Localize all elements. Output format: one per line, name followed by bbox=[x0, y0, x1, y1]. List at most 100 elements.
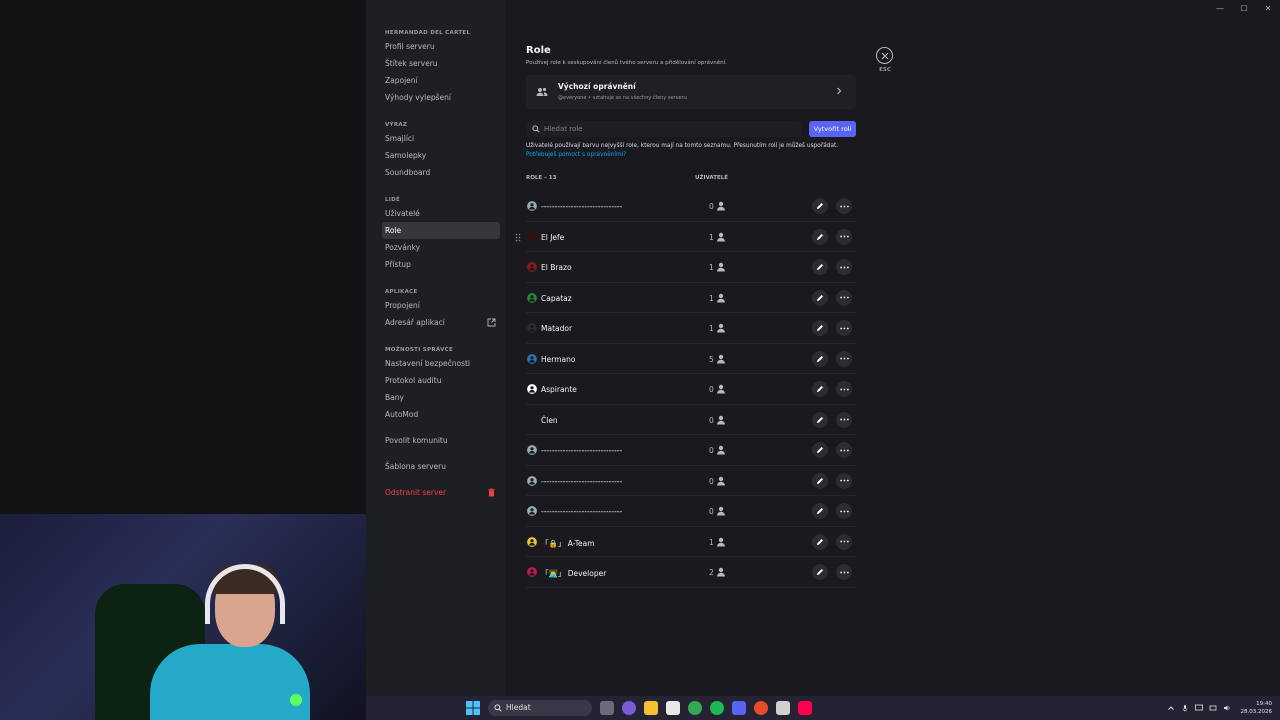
sidebar-item-soundboard[interactable]: Soundboard bbox=[382, 164, 500, 181]
sidebar-item-pozvanky[interactable]: Pozvánky bbox=[382, 239, 500, 256]
more-options-button[interactable] bbox=[836, 533, 852, 550]
more-options-button[interactable] bbox=[836, 320, 852, 336]
network-icon[interactable] bbox=[1209, 704, 1217, 712]
create-role-button[interactable]: Vytvořit roli bbox=[809, 121, 856, 137]
chrome-icon[interactable] bbox=[688, 701, 702, 715]
spotify-icon[interactable] bbox=[710, 701, 724, 715]
sidebar-item-odstranit-server[interactable]: Odstranit server bbox=[382, 484, 500, 501]
role-row[interactable]: 「🔒」 A-Team 1 bbox=[526, 527, 856, 557]
sidebar-item-profil-serveru[interactable]: Profil serveru bbox=[382, 38, 500, 55]
task-view-icon[interactable] bbox=[600, 701, 614, 715]
chevron-up-icon[interactable] bbox=[1167, 704, 1175, 712]
more-options-button[interactable] bbox=[836, 442, 852, 458]
drag-handle-icon[interactable] bbox=[515, 233, 521, 242]
more-options-button[interactable] bbox=[836, 259, 852, 275]
edit-role-button[interactable] bbox=[812, 411, 828, 428]
browser-icon[interactable] bbox=[754, 701, 768, 715]
sidebar-item-uzivatele[interactable]: Uživatelé bbox=[382, 205, 500, 222]
role-row[interactable]: El Jefe 1 bbox=[515, 222, 856, 252]
more-options-button[interactable] bbox=[836, 564, 852, 580]
edit-role-button[interactable] bbox=[812, 381, 828, 397]
more-options-button[interactable] bbox=[836, 472, 852, 489]
role-row[interactable]: Capataz 1 bbox=[526, 283, 856, 313]
edit-role-button[interactable] bbox=[812, 228, 828, 245]
edit-role-button[interactable] bbox=[812, 442, 828, 458]
copilot-icon[interactable] bbox=[622, 701, 636, 715]
sidebar-item-label: Protokol auditu bbox=[385, 376, 442, 385]
role-name: Člen bbox=[541, 415, 558, 425]
more-options-button[interactable] bbox=[836, 289, 852, 306]
edit-role-button[interactable] bbox=[812, 289, 828, 306]
edit-role-button[interactable] bbox=[812, 198, 828, 214]
more-options-button[interactable] bbox=[836, 198, 852, 214]
volume-icon[interactable] bbox=[1223, 704, 1231, 712]
file-explorer-icon[interactable] bbox=[644, 701, 658, 715]
role-row[interactable]: Hermano 5 bbox=[526, 344, 856, 374]
more-options-button[interactable] bbox=[836, 228, 852, 245]
sidebar-item-propojeni[interactable]: Propojení bbox=[382, 297, 500, 314]
minimize-icon[interactable]: — bbox=[1208, 0, 1232, 16]
sidebar-item-sablona-serveru[interactable]: Šablona serveru bbox=[382, 458, 500, 475]
edit-role-button[interactable] bbox=[812, 533, 828, 550]
role-member-count: 2 bbox=[709, 568, 714, 577]
role-row[interactable]: ------------------------------ 0 bbox=[526, 191, 856, 222]
sidebar-item-protokol-auditu[interactable]: Protokol auditu bbox=[382, 372, 500, 389]
more-options-button[interactable] bbox=[836, 350, 852, 367]
role-row[interactable]: ------------------------------ 0 bbox=[526, 496, 856, 527]
sidebar-item-bany[interactable]: Bany bbox=[382, 389, 500, 406]
tiktok-icon[interactable] bbox=[798, 701, 812, 715]
search-roles-input[interactable] bbox=[544, 121, 794, 137]
close-icon[interactable] bbox=[876, 47, 893, 64]
role-row[interactable]: Aspirante 0 bbox=[526, 374, 856, 405]
user-icon bbox=[717, 537, 725, 546]
role-row[interactable]: ------------------------------ 0 bbox=[526, 466, 856, 496]
sidebar-item-zapojeni[interactable]: Zapojení bbox=[382, 72, 500, 89]
role-row[interactable]: Matador 1 bbox=[526, 313, 856, 344]
close-window-icon[interactable]: ✕ bbox=[1256, 0, 1280, 16]
edit-role-button[interactable] bbox=[812, 472, 828, 489]
edit-role-button[interactable] bbox=[812, 564, 828, 580]
sidebar-divider bbox=[382, 449, 500, 458]
more-options-button[interactable] bbox=[836, 503, 852, 519]
maximize-icon[interactable]: ☐ bbox=[1232, 0, 1256, 16]
edit-role-button[interactable] bbox=[812, 320, 828, 336]
role-row[interactable]: Člen 0 bbox=[526, 405, 856, 435]
clock[interactable]: 19:40 28.03.2026 bbox=[1241, 700, 1273, 716]
monitor-icon[interactable] bbox=[1194, 704, 1203, 712]
role-shield-icon bbox=[527, 262, 537, 272]
windows-start-icon[interactable] bbox=[466, 701, 480, 715]
esc-close[interactable]: ESC bbox=[876, 47, 894, 73]
default-permissions-card[interactable]: Výchozí oprávnění @everyone • vztahuje s… bbox=[526, 75, 856, 109]
role-name: ------------------------------ bbox=[541, 202, 623, 211]
sidebar-item-smajlici[interactable]: Smajlíci bbox=[382, 130, 500, 147]
sidebar-item-adresar-aplikaci[interactable]: Adresář aplikací bbox=[382, 314, 500, 331]
discord-icon[interactable] bbox=[732, 701, 746, 715]
pencil-icon bbox=[817, 294, 823, 301]
more-dots-icon bbox=[839, 296, 849, 299]
permissions-help-link[interactable]: Potřebuješ pomoct s oprávněními? bbox=[526, 152, 626, 158]
edit-role-button[interactable] bbox=[812, 259, 828, 275]
sidebar-list: HERMANDAD DEL CARTEL Profil serveru Štítek… bbox=[382, 28, 500, 501]
sidebar-item-vyhody-vylepseni[interactable]: Výhody vylepšení bbox=[382, 89, 500, 106]
role-row[interactable]: ------------------------------ 0 bbox=[526, 435, 856, 466]
microphone-icon[interactable] bbox=[1181, 704, 1189, 712]
role-row[interactable]: El Brazo 1 bbox=[526, 252, 856, 283]
notepad-icon[interactable] bbox=[776, 701, 790, 715]
sidebar-item-stitek-serveru[interactable]: Štítek serveru bbox=[382, 55, 500, 72]
sidebar-item-nastaveni-bezpecnosti[interactable]: Nastavení bezpečnosti bbox=[382, 355, 500, 372]
sidebar-item-povolit-komunitu[interactable]: Povolit komunitu bbox=[382, 432, 500, 449]
user-icon bbox=[717, 262, 725, 272]
sidebar-item-pristup[interactable]: Přístup bbox=[382, 256, 500, 273]
edit-role-button[interactable] bbox=[812, 350, 828, 367]
edit-role-button[interactable] bbox=[812, 503, 828, 519]
sidebar-item-samolepky[interactable]: Samolepky bbox=[382, 147, 500, 164]
role-member-count: 0 bbox=[709, 476, 714, 486]
more-options-button[interactable] bbox=[836, 411, 852, 428]
taskbar-search[interactable]: Hledat bbox=[488, 700, 592, 716]
search-row: Vytvořit roli bbox=[526, 121, 856, 137]
more-options-button[interactable] bbox=[836, 381, 852, 397]
sidebar-item-automod[interactable]: AutoMod bbox=[382, 406, 500, 423]
role-row[interactable]: 「👨‍💻」 Developer 2 bbox=[526, 557, 856, 588]
store-icon[interactable] bbox=[666, 701, 680, 715]
sidebar-item-role[interactable]: Role bbox=[382, 222, 500, 239]
